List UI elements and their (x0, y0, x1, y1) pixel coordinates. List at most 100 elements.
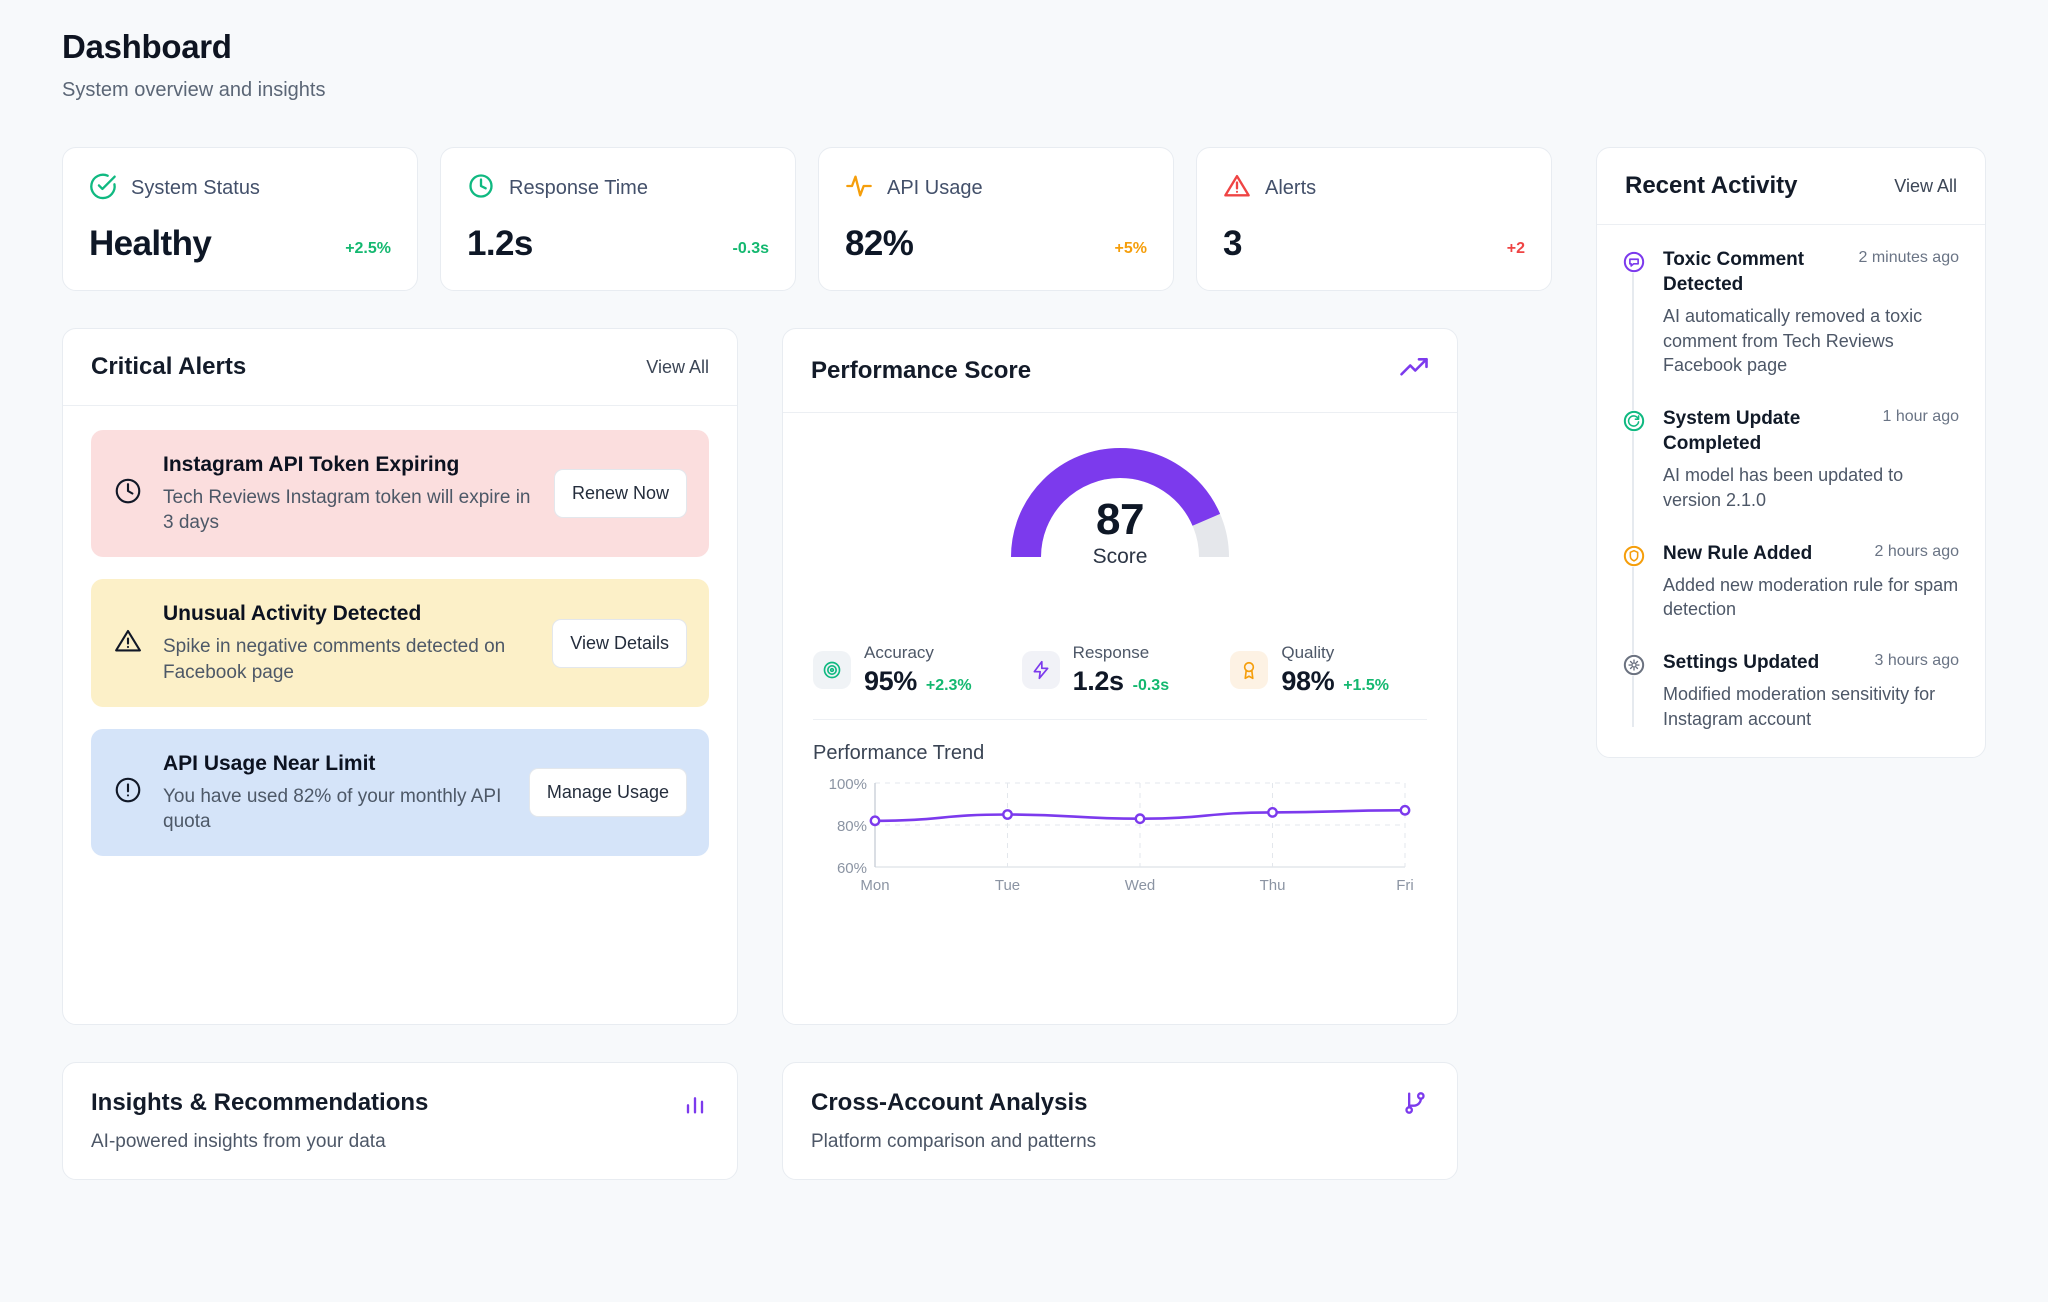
svg-text:Tue: Tue (995, 877, 1020, 894)
metric-quality: Quality 98% +1.5% (1230, 643, 1427, 697)
page-title: Dashboard (62, 28, 232, 65)
recent-activity-panel: Recent Activity View All Toxic Comment D… (1596, 147, 1986, 759)
card-title: Insights & Recommendations (91, 1089, 429, 1116)
renew-now-button[interactable]: Renew Now (553, 469, 687, 519)
activity-description: AI model has been updated to version 2.1… (1663, 465, 1904, 510)
activity-title: System Update Completed (1663, 408, 1801, 455)
critical-alerts-list: Instagram API Token Expiring Tech Review… (63, 406, 737, 880)
svg-text:Fri: Fri (1396, 877, 1413, 894)
clock-icon (467, 172, 495, 205)
performance-score-body: 87 Score Accuracy 95% +2.3% Response 1.2… (783, 413, 1457, 1024)
stat-label: API Usage (887, 177, 983, 199)
alert-item[interactable]: API Usage Near Limit You have used 82% o… (91, 728, 709, 857)
metric-label: Quality (1281, 643, 1335, 662)
cross-account-text: Cross-Account Analysis Platform comparis… (811, 1089, 1096, 1153)
score-value: 87 (1096, 495, 1144, 544)
panel-title: Recent Activity (1625, 172, 1798, 199)
list-item[interactable]: Settings Updated 3 hours ago Modified mo… (1623, 650, 1959, 731)
activity-title: Toxic Comment Detected (1663, 249, 1805, 296)
performance-score-header: Performance Score (783, 329, 1457, 413)
check-circle-icon (89, 172, 117, 205)
alert-description: You have used 82% of your monthly API qu… (163, 785, 502, 832)
list-item[interactable]: System Update Completed 1 hour ago AI mo… (1623, 406, 1959, 512)
stat-header: Response Time (467, 172, 769, 205)
stat-value: 3 (1223, 224, 1242, 263)
metric-value: 95% (864, 666, 917, 696)
stat-card-api-usage[interactable]: API Usage 82% +5% (818, 147, 1174, 291)
activity-main: Settings Updated 3 hours ago Modified mo… (1663, 650, 1959, 731)
alert-circle-icon (113, 775, 143, 810)
metric-delta: -0.3s (1132, 677, 1170, 694)
award-icon (1230, 651, 1269, 689)
view-all-activity-link[interactable]: View All (1894, 176, 1957, 197)
stat-card-system-status[interactable]: System Status Healthy +2.5% (62, 147, 418, 291)
metric-line: 95% +2.3% (864, 666, 972, 697)
stat-value: 1.2s (467, 224, 533, 263)
panel-title: Performance Score (811, 356, 1032, 384)
activity-title: New Rule Added (1663, 542, 1813, 564)
activity-title: Settings Updated (1663, 651, 1820, 673)
score-caption: Score (1092, 545, 1148, 568)
page-header: Dashboard System overview and insights (62, 28, 1986, 102)
metric-text: Accuracy 95% +2.3% (864, 643, 972, 697)
list-item[interactable]: Toxic Comment Detected 2 minutes ago AI … (1623, 247, 1959, 378)
activity-main: System Update Completed 1 hour ago AI mo… (1663, 406, 1959, 512)
stat-card-alerts[interactable]: Alerts 3 +2 (1196, 147, 1552, 291)
performance-metrics-row: Accuracy 95% +2.3% Response 1.2s -0.3s Q… (813, 643, 1427, 720)
mid-row: Critical Alerts View All Instagram API T… (62, 328, 1552, 1025)
metric-label: Accuracy (864, 643, 934, 662)
metric-line: 98% +1.5% (1281, 666, 1389, 697)
alert-title: Unusual Activity Detected (163, 602, 422, 626)
view-details-button[interactable]: View Details (552, 618, 687, 668)
alert-item[interactable]: Unusual Activity Detected Spike in negat… (91, 579, 709, 707)
insights-card[interactable]: Insights & Recommendations AI-powered in… (62, 1062, 738, 1180)
svg-text:60%: 60% (837, 860, 867, 877)
manage-usage-button[interactable]: Manage Usage (528, 768, 687, 818)
list-item[interactable]: New Rule Added 2 hours ago Added new mod… (1623, 541, 1959, 622)
activity-icon (845, 172, 873, 205)
alert-text: Instagram API Token Expiring Tech Review… (163, 452, 534, 535)
svg-text:Mon: Mon (860, 877, 889, 894)
stat-delta: +2.5% (345, 240, 391, 257)
bottom-row: Insights & Recommendations AI-powered in… (62, 1062, 1986, 1180)
cross-account-header: Cross-Account Analysis Platform comparis… (811, 1089, 1429, 1153)
stat-label: System Status (131, 177, 260, 199)
critical-alerts-panel: Critical Alerts View All Instagram API T… (62, 328, 738, 1025)
activity-main: New Rule Added 2 hours ago Added new mod… (1663, 541, 1959, 622)
stat-cards-row: System Status Healthy +2.5% Response Tim… (62, 147, 1552, 291)
trend-title: Performance Trend (813, 742, 985, 764)
alert-title: Instagram API Token Expiring (163, 453, 460, 476)
insights-header: Insights & Recommendations AI-powered in… (91, 1089, 709, 1153)
card-title: Cross-Account Analysis (811, 1089, 1088, 1116)
performance-score-panel: Performance Score 87 Score Accuracy 95% … (782, 328, 1458, 1025)
activity-time: 1 hour ago (1882, 408, 1959, 426)
stat-label: Response Time (509, 177, 648, 199)
stat-delta: +5% (1114, 240, 1147, 257)
activity-description: Added new moderation rule for spam detec… (1663, 574, 1959, 620)
activity-time: 2 minutes ago (1858, 249, 1959, 266)
card-subtitle: AI-powered insights from your data (91, 1131, 386, 1152)
alert-description: Tech Reviews Instagram token will expire… (163, 486, 531, 534)
stat-header: Alerts (1223, 172, 1525, 205)
view-all-alerts-link[interactable]: View All (646, 357, 709, 378)
stat-label: Alerts (1265, 177, 1317, 199)
zap-icon (1021, 651, 1060, 689)
activity-main: Toxic Comment Detected 2 minutes ago AI … (1663, 247, 1959, 378)
svg-text:Thu: Thu (1260, 877, 1286, 894)
recent-activity-header: Recent Activity View All (1597, 148, 1985, 225)
stat-card-response-time[interactable]: Response Time 1.2s -0.3s (440, 147, 796, 291)
metric-value: 98% (1281, 666, 1335, 696)
clock-icon (113, 476, 143, 511)
insights-text: Insights & Recommendations AI-powered in… (91, 1089, 428, 1153)
stat-delta: +2 (1506, 240, 1525, 257)
cross-account-card[interactable]: Cross-Account Analysis Platform comparis… (782, 1062, 1458, 1180)
left-column: System Status Healthy +2.5% Response Tim… (62, 147, 1552, 1025)
score-gauge: 87 Score (1000, 437, 1240, 568)
alert-item[interactable]: Instagram API Token Expiring Tech Review… (91, 430, 709, 558)
activity-time: 2 hours ago (1874, 542, 1959, 560)
card-subtitle: Platform comparison and patterns (811, 1131, 1097, 1152)
metric-label: Response (1072, 643, 1150, 662)
alert-description: Spike in negative comments detected on F… (163, 636, 506, 683)
stat-body: 3 +2 (1223, 224, 1525, 264)
stat-delta: -0.3s (732, 240, 769, 257)
